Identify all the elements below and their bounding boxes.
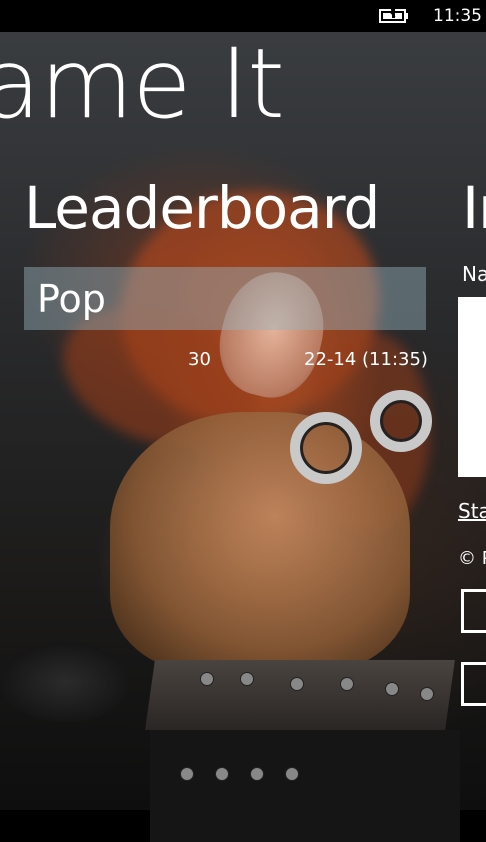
leaderboard-item-score: 30	[188, 349, 211, 370]
action-button-1[interactable]	[461, 589, 486, 633]
name-label: Na	[462, 262, 486, 286]
name-input[interactable]	[458, 297, 486, 477]
leaderboard-header: Leaderboard	[24, 174, 380, 242]
app-title: ame It	[0, 28, 285, 140]
clock: 11:35	[433, 6, 482, 26]
dj-mixer	[145, 660, 455, 730]
status-bar: 11:35	[0, 0, 486, 32]
action-button-2[interactable]	[461, 662, 486, 706]
background-photo	[0, 32, 486, 842]
leaderboard-item-label: Pop	[37, 277, 106, 321]
info-header: Ir	[462, 174, 486, 242]
battery-charging-icon	[379, 7, 408, 23]
leaderboard-item-date: 22-14 (11:35)	[304, 349, 428, 370]
start-link[interactable]: Sta	[458, 499, 486, 523]
copyright-text: © P	[458, 548, 486, 569]
leaderboard-item-pop[interactable]: Pop	[24, 267, 426, 330]
